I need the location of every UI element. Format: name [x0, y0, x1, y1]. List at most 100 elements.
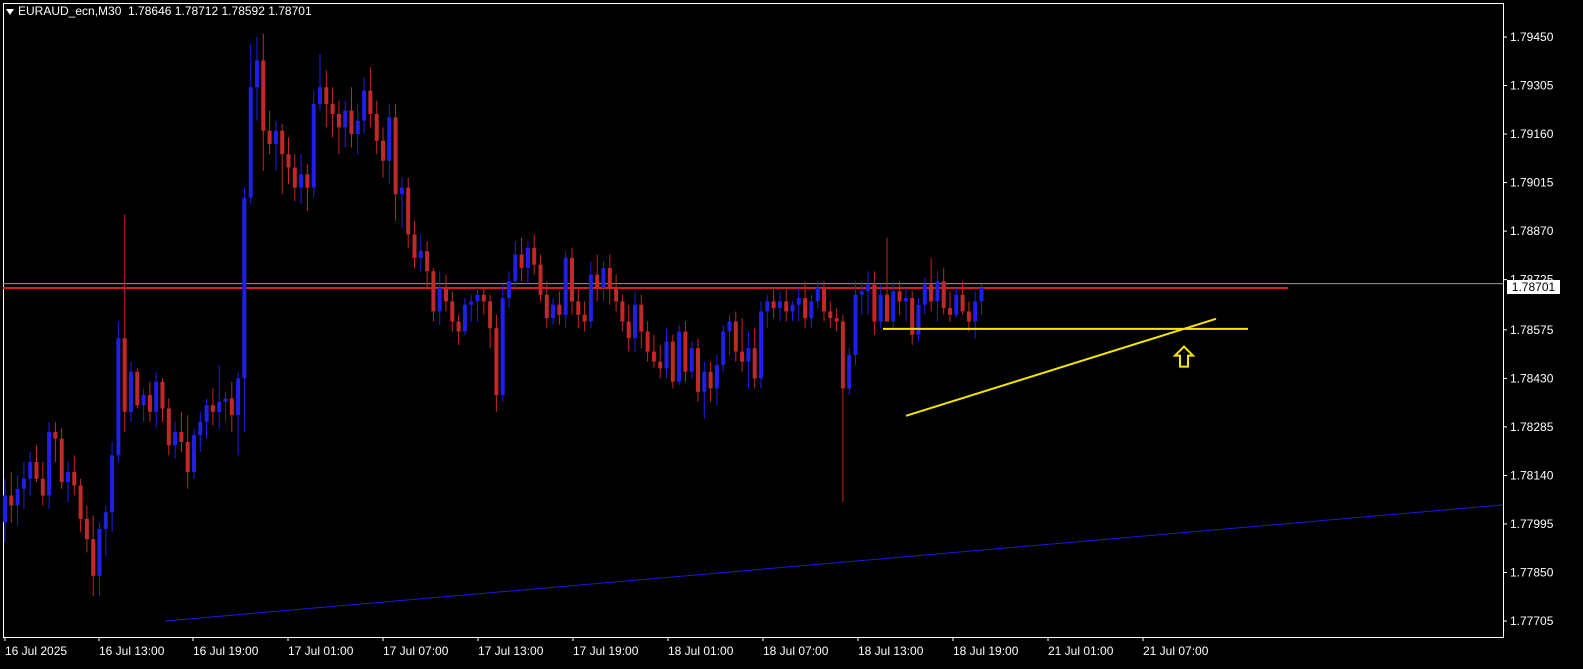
candle-body	[456, 321, 461, 332]
candle-body	[368, 90, 373, 114]
candle-body	[532, 247, 537, 265]
candle-body	[355, 120, 360, 135]
candle	[664, 328, 669, 379]
candle	[494, 314, 499, 412]
candle	[696, 338, 700, 402]
candle-body	[847, 354, 852, 389]
candle	[160, 378, 165, 422]
candle	[122, 214, 127, 432]
candle	[192, 428, 196, 479]
candle-body	[494, 328, 499, 396]
candle-body	[311, 103, 316, 188]
candle	[406, 177, 411, 248]
candle-body	[406, 187, 411, 235]
candle	[784, 288, 789, 322]
y-tick-label: 1.79305	[1510, 79, 1554, 93]
candle	[179, 411, 184, 452]
candle-body	[796, 298, 801, 305]
candle	[645, 321, 650, 362]
candle-body	[481, 294, 486, 302]
y-tick-label: 1.77705	[1510, 614, 1554, 628]
candle-body	[204, 405, 209, 422]
candle	[903, 288, 908, 322]
current-price-tag: 1.78701	[1507, 280, 1560, 294]
candle	[481, 288, 486, 315]
candlestick-chart[interactable]: 1.79450 1.79305 1.79160 1.79015 1.78870 1.787…	[0, 0, 1583, 669]
candle	[576, 288, 581, 329]
candle	[311, 90, 316, 198]
candle	[935, 271, 940, 322]
candle	[368, 67, 373, 128]
candle	[425, 241, 430, 289]
candle-body	[809, 301, 814, 319]
candle	[280, 124, 285, 195]
candle-body	[343, 110, 348, 128]
candle	[885, 237, 889, 322]
candle	[362, 77, 367, 135]
candle-body	[393, 117, 398, 195]
candle	[336, 100, 341, 155]
candle-body	[362, 90, 367, 121]
candle	[639, 294, 644, 349]
candle	[601, 261, 606, 302]
chart-window[interactable]: 1.79450 1.79305 1.79160 1.79015 1.78870 1.787…	[0, 0, 1583, 669]
candle-body	[160, 381, 165, 409]
candle	[387, 103, 392, 185]
candle-body	[519, 254, 524, 268]
candle	[154, 371, 159, 429]
candle-body	[979, 288, 984, 302]
candle-body	[84, 518, 89, 540]
y-tick-label: 1.77995	[1510, 517, 1554, 531]
candle	[557, 291, 562, 325]
candle-body	[299, 174, 304, 188]
candle-body	[784, 301, 789, 312]
candle-body	[601, 267, 606, 289]
dropdown-triangle-icon[interactable]	[6, 8, 14, 15]
candle-body	[437, 288, 442, 312]
candle	[248, 43, 253, 205]
x-tick-label: 18 Jul 07:00	[763, 644, 829, 658]
candle	[129, 361, 133, 422]
candle-body	[349, 110, 354, 135]
candle	[620, 294, 625, 332]
candle-body	[40, 478, 45, 496]
candle-body	[261, 60, 266, 131]
candle	[72, 455, 77, 496]
candle	[229, 381, 234, 432]
candle	[47, 421, 52, 509]
candle-body	[141, 395, 146, 406]
candle-body	[103, 512, 108, 529]
candle	[752, 328, 757, 389]
candle	[866, 271, 871, 315]
candle-body	[47, 431, 52, 496]
candle-body	[752, 348, 757, 379]
candle	[147, 381, 152, 422]
price-axis: 1.794501.793051.791601.790151.788701.787…	[1503, 30, 1554, 628]
candle-body	[935, 281, 940, 302]
candle-body	[834, 318, 839, 322]
candle	[299, 154, 304, 205]
candle-body	[154, 381, 159, 412]
y-tick-label: 1.78870	[1510, 224, 1554, 238]
candle	[872, 271, 877, 335]
x-tick-label: 17 Jul 13:00	[478, 644, 544, 658]
candle-body	[324, 87, 329, 104]
candle-body	[462, 304, 467, 332]
x-tick-label: 17 Jul 01:00	[288, 644, 354, 658]
candle	[469, 294, 474, 322]
candle	[343, 100, 348, 148]
candle	[897, 281, 902, 315]
candle	[78, 478, 83, 533]
candle	[399, 177, 404, 228]
candle-body	[444, 288, 448, 302]
candle-body	[431, 271, 436, 312]
candle-body	[872, 284, 877, 322]
candle-body	[198, 421, 203, 436]
candle-body	[173, 431, 178, 446]
candle	[513, 241, 518, 289]
chart-header: EURAUD_ecn,M30 1.78646 1.78712 1.78592 1…	[6, 4, 312, 18]
candle-body	[387, 117, 392, 161]
candle-body	[765, 301, 770, 312]
candle-body	[771, 301, 776, 309]
candle-body	[135, 371, 140, 406]
